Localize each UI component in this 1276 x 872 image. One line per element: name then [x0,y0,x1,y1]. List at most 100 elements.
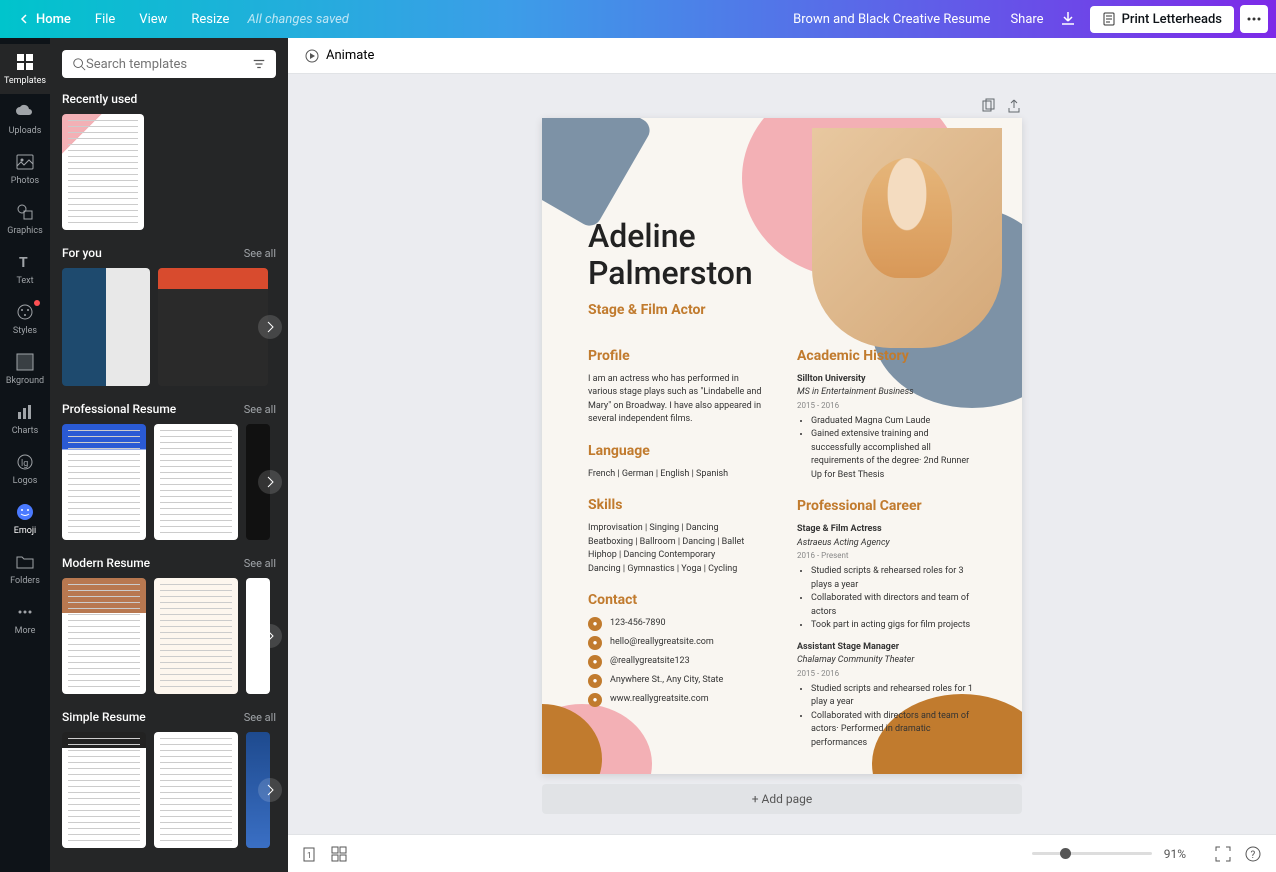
language-text[interactable]: French | German | English | Spanish [588,468,767,482]
svg-text:?: ? [1251,850,1256,861]
file-menu[interactable]: File [83,0,127,38]
contact-heading[interactable]: Contact [588,590,767,611]
rail-uploads[interactable]: Uploads [0,94,50,144]
career-heading[interactable]: Professional Career [797,496,976,517]
ellipsis-icon [15,602,35,622]
rail-bkground[interactable]: Bkground [0,344,50,394]
share-button[interactable]: Share [1010,12,1043,27]
contact-row[interactable]: ●123-456-7890 [588,617,767,631]
template-thumb[interactable] [62,268,150,386]
document-page[interactable]: AdelinePalmerston Stage & Film Actor Pro… [542,118,1022,774]
canvas-area: Animate AdelinePalmerston Stage & Film A… [288,38,1276,872]
next-button[interactable] [258,778,282,802]
chevron-right-icon [266,784,274,796]
next-button[interactable] [258,315,282,339]
document-title[interactable]: Brown and Black Creative Resume [793,12,990,27]
background-icon [15,352,35,372]
contact-row[interactable]: ●hello@reallygreatsite.com [588,636,767,650]
animate-button[interactable]: Animate [304,48,374,64]
profile-text[interactable]: I am an actress who has performed in var… [588,373,767,427]
download-button[interactable] [1052,5,1084,33]
page-actions [542,94,1022,118]
template-thumb[interactable] [154,424,238,540]
rail-emoji[interactable]: Emoji [0,494,50,544]
ellipsis-icon [1247,17,1261,21]
side-panel: Recently used For youSee all Professiona… [50,38,288,872]
template-thumb[interactable] [62,114,144,230]
resize-menu[interactable]: Resize [179,0,241,38]
skills-heading[interactable]: Skills [588,495,767,516]
rail-photos[interactable]: Photos [0,144,50,194]
chevron-left-icon [20,14,30,24]
rail-folders[interactable]: Folders [0,544,50,594]
template-thumb[interactable] [62,424,146,540]
academic-heading[interactable]: Academic History [797,346,976,367]
chevron-right-icon [266,476,274,488]
contact-row[interactable]: ●Anywhere St., Any City, State [588,674,767,688]
save-status: All changes saved [247,12,348,27]
next-button[interactable] [258,470,282,494]
skills-text[interactable]: Improvisation | Singing | DancingBeatbox… [588,522,767,576]
logo-icon: lg [15,452,35,472]
templates-icon [15,52,35,72]
rail-graphics[interactable]: Graphics [0,194,50,244]
print-button[interactable]: Print Letterheads [1090,6,1234,33]
more-button[interactable] [1240,5,1268,33]
section-modern: Modern Resume [62,556,150,570]
text-icon: T [15,252,35,272]
folder-icon [15,552,35,572]
see-all-link[interactable]: See all [244,247,276,260]
rail-styles[interactable]: Styles [0,294,50,344]
duplicate-icon[interactable] [980,98,996,114]
chevron-right-icon [266,321,274,333]
template-search[interactable] [62,50,276,78]
chevron-right-icon [266,630,274,642]
rail-templates[interactable]: Templates [0,44,50,94]
view-menu[interactable]: View [127,0,179,38]
download-icon [1060,11,1076,27]
rail-text[interactable]: TText [0,244,50,294]
home-button[interactable]: Home [8,0,83,38]
section-simple: Simple Resume [62,710,146,724]
add-page-button[interactable]: + Add page [542,784,1022,814]
search-icon [72,56,86,72]
bottom-bar: 1 91% ? [288,834,1276,872]
search-input[interactable] [86,57,252,72]
section-recently-used: Recently used [62,92,137,106]
profile-heading[interactable]: Profile [588,346,767,367]
contact-row[interactable]: ●@reallygreatsite123 [588,655,767,669]
language-heading[interactable]: Language [588,441,767,462]
cloud-icon [15,102,35,122]
help-icon[interactable]: ? [1244,845,1262,863]
svg-text:1: 1 [307,851,312,860]
template-thumb[interactable] [154,578,238,694]
pages-icon[interactable]: 1 [302,845,320,863]
fullscreen-icon[interactable] [1214,845,1232,863]
template-thumb[interactable] [154,732,238,848]
next-button[interactable] [258,624,282,648]
template-thumb[interactable] [158,268,268,386]
palette-icon [15,302,35,322]
template-thumb[interactable] [62,732,146,848]
zoom-slider[interactable] [1032,852,1152,855]
rail-logos[interactable]: lgLogos [0,444,50,494]
resume-role[interactable]: Stage & Film Actor [588,302,976,318]
see-all-link[interactable]: See all [244,403,276,416]
filter-icon[interactable] [252,56,266,72]
see-all-link[interactable]: See all [244,711,276,724]
see-all-link[interactable]: See all [244,557,276,570]
document-icon [1102,12,1116,26]
zoom-value[interactable]: 91% [1164,847,1186,861]
template-thumb[interactable] [62,578,146,694]
chart-icon [15,402,35,422]
rail-charts[interactable]: Charts [0,394,50,444]
contact-row[interactable]: ●www.reallygreatsite.com [588,693,767,707]
rail-more[interactable]: More [0,594,50,644]
section-professional: Professional Resume [62,402,176,416]
resume-name[interactable]: AdelinePalmerston [588,218,976,292]
shapes-icon [15,202,35,222]
tool-rail: Templates Uploads Photos Graphics TText … [0,38,50,872]
share-page-icon[interactable] [1006,98,1022,114]
grid-icon[interactable] [330,845,348,863]
canvas-toolbar: Animate [288,38,1276,74]
